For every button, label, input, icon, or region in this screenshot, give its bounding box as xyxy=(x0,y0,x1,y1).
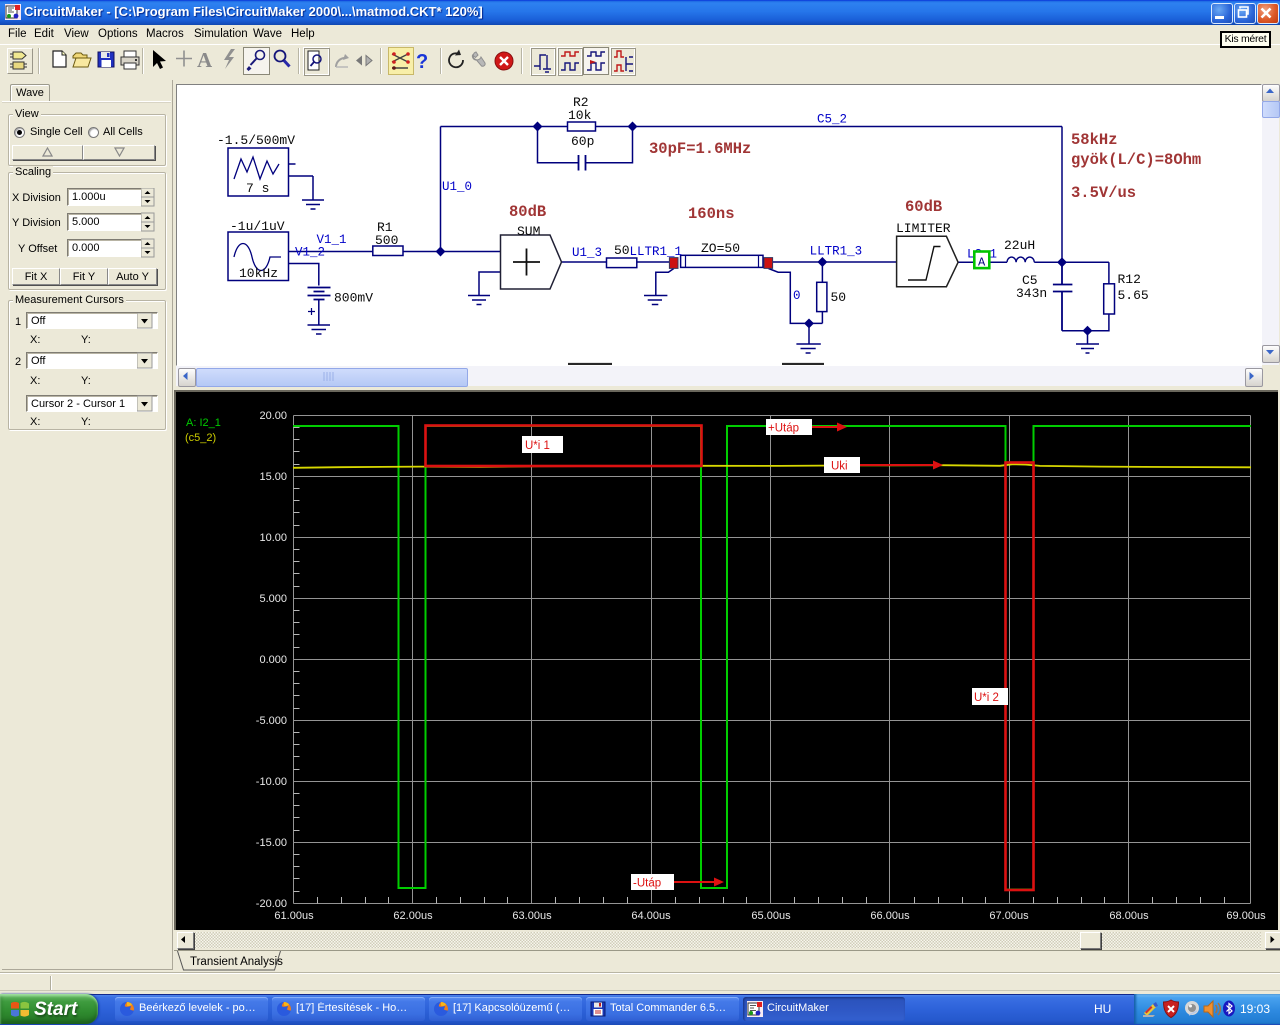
svg-text:U1_3: U1_3 xyxy=(572,246,602,260)
svg-text:64.00us: 64.00us xyxy=(631,910,671,922)
svg-text:?: ? xyxy=(416,51,428,73)
svg-text:10.00: 10.00 xyxy=(259,532,287,544)
svg-text:67.00us: 67.00us xyxy=(989,910,1029,922)
svg-text:10k: 10k xyxy=(568,108,592,123)
svg-text:+Utáp: +Utáp xyxy=(768,423,799,435)
svg-text:R12: R12 xyxy=(1118,272,1141,287)
svg-text:10kHz: 10kHz xyxy=(239,266,278,281)
svg-text:62.00us: 62.00us xyxy=(393,910,433,922)
svg-text:80dB: 80dB xyxy=(509,203,546,221)
svg-text:-20.00: -20.00 xyxy=(256,898,287,910)
svg-text:500: 500 xyxy=(375,233,398,248)
svg-text:30pF=1.6MHz: 30pF=1.6MHz xyxy=(649,140,751,158)
svg-text:ZO=50: ZO=50 xyxy=(701,241,740,256)
svg-text:Uki: Uki xyxy=(831,461,848,473)
svg-text:50: 50 xyxy=(614,243,630,258)
svg-text:Transient Analysis: Transient Analysis xyxy=(190,956,283,968)
svg-text:3.5V/us: 3.5V/us xyxy=(1071,184,1136,202)
svg-text:gyök(L/C)=8Ohm: gyök(L/C)=8Ohm xyxy=(1071,151,1201,169)
svg-text:C5_2: C5_2 xyxy=(817,113,847,127)
svg-text:60dB: 60dB xyxy=(905,198,942,216)
svg-text:A: I2_1: A: I2_1 xyxy=(186,417,221,429)
svg-text:20.00: 20.00 xyxy=(259,410,287,422)
svg-text:69.00us: 69.00us xyxy=(1226,910,1266,922)
svg-text:LLTR1_3: LLTR1_3 xyxy=(810,244,863,258)
svg-text:-5.000: -5.000 xyxy=(256,715,287,727)
svg-text:160ns: 160ns xyxy=(688,205,735,223)
svg-text:-Utáp: -Utáp xyxy=(633,878,661,890)
svg-text:15.00: 15.00 xyxy=(259,471,287,483)
svg-text:68.00us: 68.00us xyxy=(1109,910,1149,922)
svg-text:-1u/1uV: -1u/1uV xyxy=(230,219,285,234)
svg-text:SUM: SUM xyxy=(517,224,540,239)
svg-text:5.65: 5.65 xyxy=(1118,288,1149,303)
svg-text:(c5_2): (c5_2) xyxy=(185,432,216,444)
svg-text:-1.5/500mV: -1.5/500mV xyxy=(217,133,295,148)
svg-text:LLTR1_1: LLTR1_1 xyxy=(630,245,683,259)
svg-text:V1_2: V1_2 xyxy=(295,246,325,260)
svg-text:61.00us: 61.00us xyxy=(274,910,314,922)
svg-text:60p: 60p xyxy=(571,134,594,149)
svg-text:LIMITER: LIMITER xyxy=(896,221,951,236)
svg-text:A: A xyxy=(978,256,986,270)
svg-text:63.00us: 63.00us xyxy=(512,910,552,922)
svg-text:-10.00: -10.00 xyxy=(256,776,287,788)
svg-text:5.000: 5.000 xyxy=(259,593,287,605)
svg-text:-15.00: -15.00 xyxy=(256,837,287,849)
svg-text:0.000: 0.000 xyxy=(259,654,287,666)
svg-text:800mV: 800mV xyxy=(334,291,373,306)
svg-text:U*i 2: U*i 2 xyxy=(974,692,999,704)
svg-text:U1_0: U1_0 xyxy=(442,180,472,194)
svg-text:U*i 1: U*i 1 xyxy=(525,440,550,452)
svg-text:343n: 343n xyxy=(1016,286,1047,301)
svg-text:7 s: 7 s xyxy=(246,181,269,196)
svg-text:65.00us: 65.00us xyxy=(751,910,791,922)
svg-text:50: 50 xyxy=(831,290,847,305)
svg-text:22uH: 22uH xyxy=(1004,238,1035,253)
svg-text:A: A xyxy=(197,48,213,72)
svg-text:58kHz: 58kHz xyxy=(1071,131,1118,149)
svg-text:0: 0 xyxy=(793,289,801,303)
svg-text:66.00us: 66.00us xyxy=(870,910,910,922)
